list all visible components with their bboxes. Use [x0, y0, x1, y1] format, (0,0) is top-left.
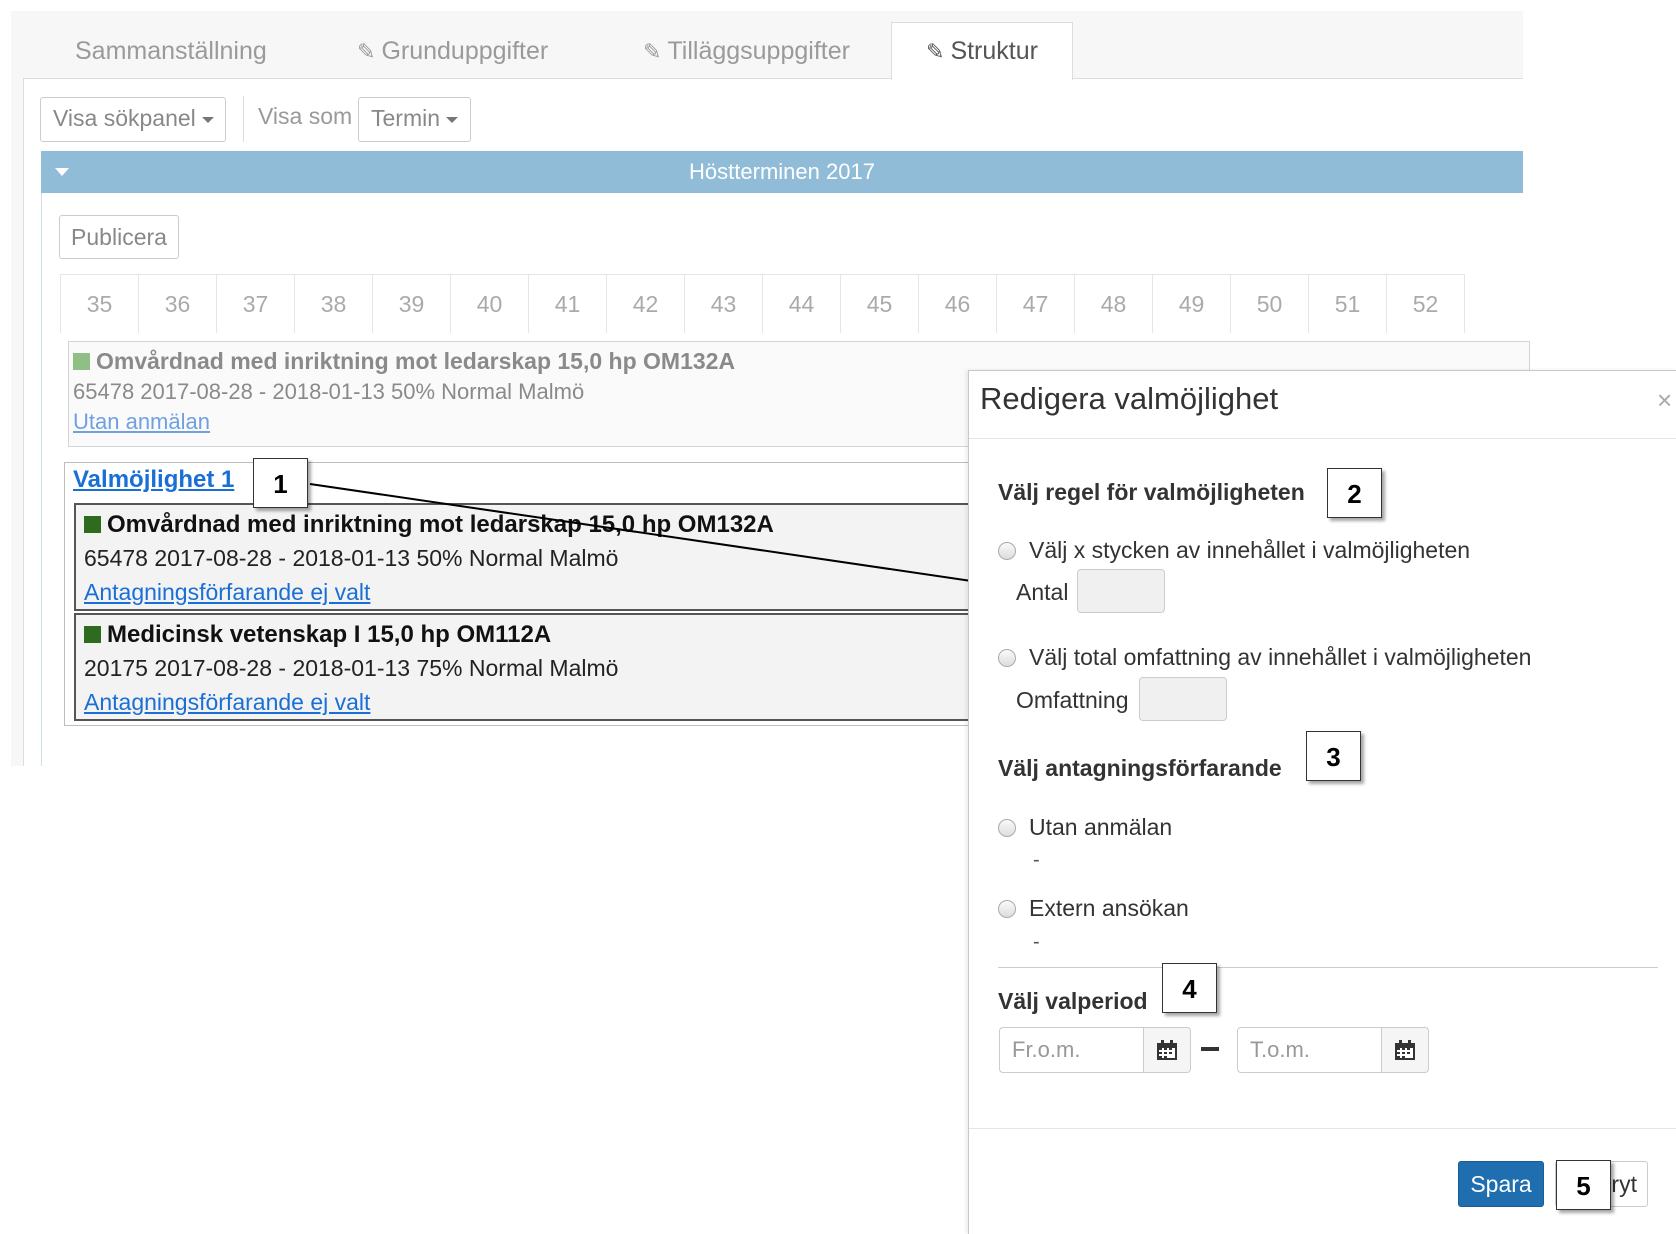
- admission-option-label: Utan anmälan: [1029, 814, 1173, 840]
- calendar-button[interactable]: [1143, 1027, 1191, 1073]
- callout-1: 1: [253, 458, 308, 508]
- callout-4: 4: [1162, 963, 1217, 1013]
- antal-label: Antal: [1016, 579, 1069, 605]
- close-icon[interactable]: ×: [1657, 385, 1672, 416]
- section-divider: [998, 967, 1658, 968]
- calendar-icon: [1157, 1040, 1177, 1060]
- dialog-header-divider: [969, 438, 1676, 439]
- radio-button[interactable]: [998, 819, 1016, 837]
- calendar-button[interactable]: [1381, 1027, 1429, 1073]
- admission-option-description: -: [1033, 849, 1040, 871]
- dialog-title: Redigera valmöjlighet: [980, 381, 1279, 416]
- date-range-dash: [1201, 1047, 1219, 1051]
- admission-option-utan-anmalan[interactable]: Utan anmälan: [998, 814, 1172, 841]
- omfattning-label: Omfattning: [1016, 687, 1129, 713]
- rule-option-count[interactable]: Välj x stycken av innehållet i valmöjlig…: [998, 537, 1470, 564]
- radio-button[interactable]: [998, 900, 1016, 918]
- admission-option-label: Extern ansökan: [1029, 895, 1189, 921]
- callout-3: 3: [1306, 731, 1361, 781]
- antal-input[interactable]: [1077, 569, 1165, 613]
- radio-button[interactable]: [998, 649, 1016, 667]
- radio-button[interactable]: [998, 542, 1016, 560]
- save-button[interactable]: Spara: [1458, 1161, 1544, 1207]
- to-date-group: T.o.m.: [1237, 1027, 1429, 1073]
- rule-option-scope-label: Välj total omfattning av innehållet i va…: [1029, 644, 1532, 670]
- callout-2: 2: [1327, 468, 1382, 518]
- rule-heading: Välj regel för valmöjligheten: [998, 479, 1305, 505]
- calendar-icon: [1395, 1040, 1415, 1060]
- from-date-group: Fr.o.m.: [999, 1027, 1191, 1073]
- redigera-valmojlighet-dialog: Redigera valmöjlighet × Välj regel för v…: [968, 370, 1676, 1234]
- to-date-input[interactable]: T.o.m.: [1237, 1027, 1381, 1073]
- rule-option-scope[interactable]: Välj total omfattning av innehållet i va…: [998, 644, 1531, 671]
- from-date-input[interactable]: Fr.o.m.: [999, 1027, 1143, 1073]
- omfattning-input[interactable]: [1139, 677, 1227, 721]
- admission-option-extern-ansokan[interactable]: Extern ansökan: [998, 895, 1189, 922]
- period-heading: Välj valperiod: [998, 988, 1148, 1014]
- admission-heading: Välj antagningsförfarande: [998, 755, 1282, 781]
- admission-option-description: -: [1033, 931, 1040, 953]
- rule-option-count-label: Välj x stycken av innehållet i valmöjlig…: [1029, 537, 1471, 563]
- callout-5: 5: [1556, 1160, 1611, 1210]
- dialog-footer-divider: [969, 1128, 1676, 1129]
